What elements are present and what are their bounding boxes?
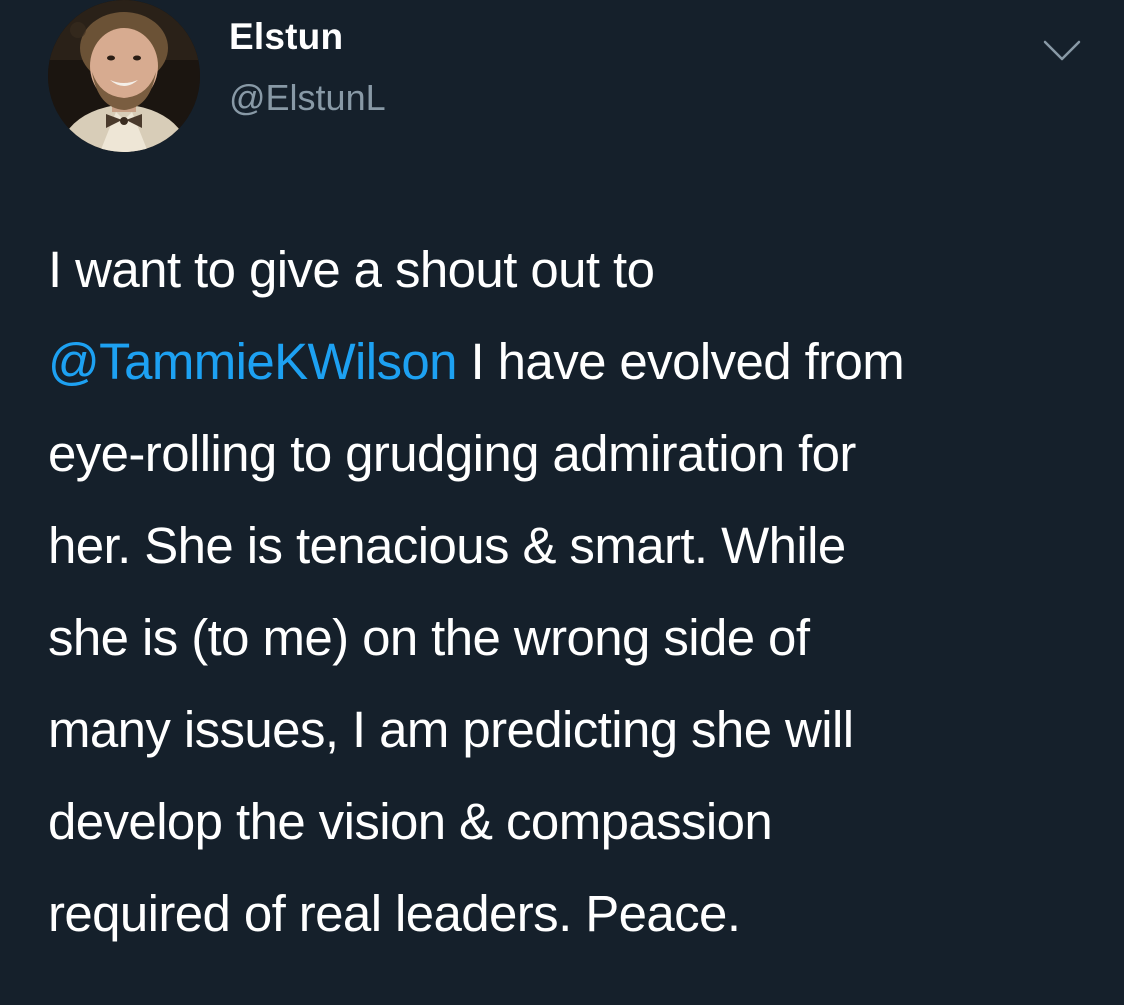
tweet-text-line: many issues, I am predicting she will [48,701,854,758]
tweet-text-line: required of real leaders. Peace. [48,885,741,942]
tweet-text: I want to give a shout out to @TammieKWi… [48,224,1088,960]
chevron-down-icon[interactable] [1042,38,1082,64]
tweet-text-line: eye-rolling to grudging admiration for [48,425,856,482]
author-avatar[interactable] [48,0,200,152]
tweet-text-line: develop the vision & compassion [48,793,773,850]
tweet-text-segment: I have evolved from [456,333,905,390]
mention-link[interactable]: @TammieKWilson [48,333,458,390]
tweet-text-line: her. She is tenacious & smart. While [48,517,846,574]
tweet-card: Elstun @ElstunL I want to give a shout o… [0,0,1124,1005]
author-display-name[interactable]: Elstun [229,18,343,55]
tweet-text-line: she is (to me) on the wrong side of [48,609,810,666]
author-handle[interactable]: @ElstunL [229,80,386,116]
tweet-text-line: I want to give a shout out to [48,241,655,298]
avatar-image [48,0,200,152]
tweet-text-line: @TammieKWilson I have evolved from [48,316,1088,408]
